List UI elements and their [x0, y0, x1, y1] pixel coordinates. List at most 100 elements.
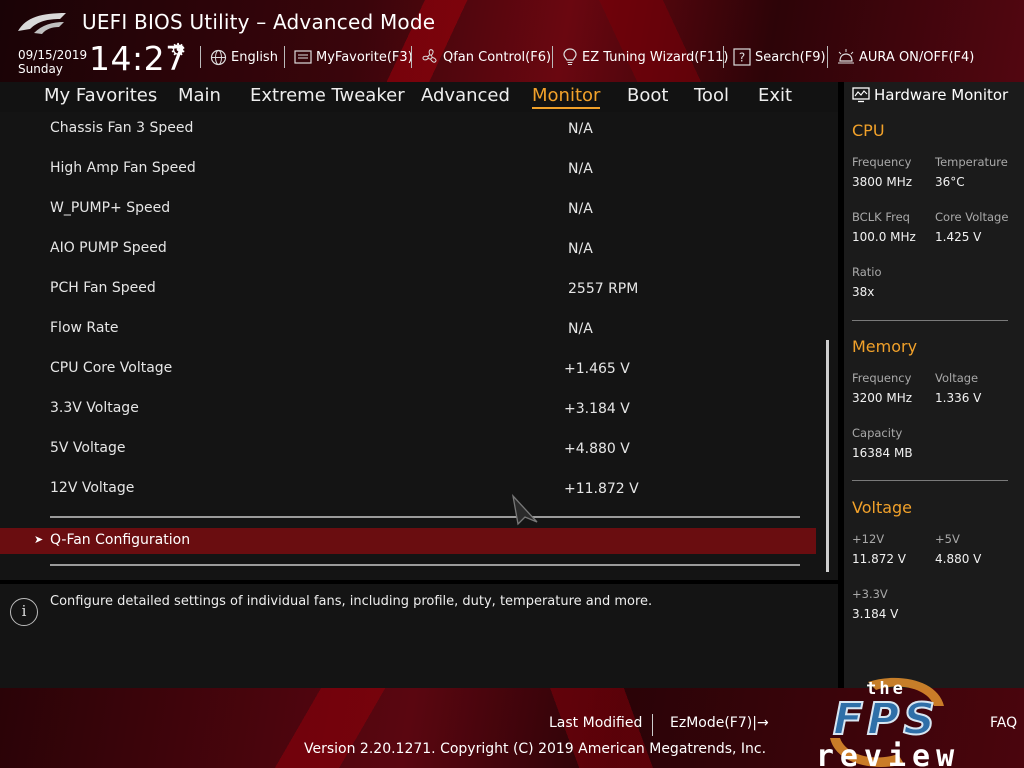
setting-value: N/A [568, 121, 593, 137]
qfan-control-button[interactable]: Qfan Control(F6) [421, 46, 551, 68]
clock-settings-gear-icon[interactable]: ⚙ [170, 40, 186, 61]
last-modified-button[interactable]: Last Modified [549, 715, 642, 731]
setting-label: PCH Fan Speed [50, 280, 156, 296]
cpu-frequency-label: Frequency [852, 155, 912, 169]
setting-value: +1.465 V [564, 361, 630, 377]
setting-value: N/A [568, 241, 593, 257]
watermark-word-review: review [816, 739, 960, 768]
monitor-screen-icon [852, 87, 870, 103]
list-item[interactable]: CPU Core Voltage +1.465 V [0, 354, 810, 384]
setting-value: +4.880 V [564, 441, 630, 457]
ez-tuning-wizard-label: EZ Tuning Wizard(F11) [582, 49, 729, 65]
toolbar-divider [827, 46, 828, 68]
setting-label: 3.3V Voltage [50, 400, 139, 416]
cpu-temperature-label: Temperature [935, 155, 1008, 169]
myfavorite-button[interactable]: MyFavorite(F3) [294, 46, 413, 68]
setting-value: N/A [568, 321, 593, 337]
toolbar-divider [552, 46, 553, 68]
favorite-icon [294, 50, 312, 64]
header-bar: UEFI BIOS Utility – Advanced Mode 09/15/… [0, 0, 1024, 82]
bclk-label: BCLK Freq [852, 210, 910, 224]
help-text: Configure detailed settings of individua… [50, 594, 653, 609]
v33-value: 3.184 V [852, 607, 899, 621]
hardware-monitor-title: Hardware Monitor [852, 86, 1008, 104]
search-label: Search(F9) [755, 49, 826, 65]
watermark-word-fps: FPS [833, 694, 939, 745]
setting-value: +3.184 V [564, 401, 630, 417]
list-item[interactable]: 5V Voltage +4.880 V [0, 434, 810, 464]
tab-extreme-tweaker[interactable]: Extreme Tweaker [250, 85, 405, 106]
svg-text:?: ? [739, 51, 745, 65]
v33-label: +3.3V [852, 587, 888, 601]
qfan-control-label: Qfan Control(F6) [443, 49, 552, 65]
list-item[interactable]: PCH Fan Speed 2557 RPM [0, 274, 810, 304]
aura-toggle-button[interactable]: AURA ON/OFF(F4) [837, 46, 974, 68]
list-item[interactable]: W_PUMP+ Speed N/A [0, 194, 810, 224]
cpu-heading: CPU [852, 121, 885, 140]
list-item[interactable]: AIO PUMP Speed N/A [0, 234, 810, 264]
tab-advanced[interactable]: Advanced [421, 85, 510, 106]
fan-icon [422, 49, 437, 63]
v12-value: 11.872 V [852, 552, 907, 566]
tab-main[interactable]: Main [178, 85, 221, 106]
setting-value: N/A [568, 201, 593, 217]
setting-label: CPU Core Voltage [50, 360, 173, 376]
memory-frequency-label: Frequency [852, 371, 912, 385]
tab-boot[interactable]: Boot [627, 85, 668, 106]
voltage-heading: Voltage [852, 498, 913, 517]
v5-label: +5V [935, 532, 960, 546]
tab-tool[interactable]: Tool [694, 85, 729, 106]
bclk-value: 100.0 MHz [852, 230, 916, 244]
language-label: English [231, 49, 278, 65]
date-text: 09/15/2019 [18, 48, 88, 62]
setting-label: 12V Voltage [50, 480, 135, 496]
setting-label: Chassis Fan 3 Speed [50, 120, 194, 136]
search-button[interactable]: ? Search(F9) [733, 46, 826, 68]
ratio-value: 38x [852, 285, 875, 299]
list-item[interactable]: Flow Rate N/A [0, 314, 810, 344]
info-icon: i [10, 598, 38, 626]
tab-my-favorites[interactable]: My Favorites [44, 85, 157, 106]
list-item[interactable]: Chassis Fan 3 Speed N/A [0, 114, 810, 144]
section-divider [50, 516, 800, 518]
day-text: Sunday [18, 62, 63, 76]
scrollbar[interactable] [826, 340, 829, 572]
footer-divider [652, 714, 653, 736]
setting-value: N/A [568, 161, 593, 177]
toolbar-divider [411, 46, 412, 68]
setting-label: 5V Voltage [50, 440, 126, 456]
tab-exit[interactable]: Exit [758, 85, 792, 106]
setting-label: W_PUMP+ Speed [50, 200, 171, 216]
help-search-icon: ? [733, 48, 751, 66]
submenu-label: Q-Fan Configuration [50, 532, 191, 548]
ratio-label: Ratio [852, 265, 882, 279]
language-button[interactable]: English [210, 46, 278, 68]
section-divider [50, 564, 800, 566]
cpu-frequency-value: 3800 MHz [852, 175, 913, 189]
fps-review-watermark-logo: the FPS review [816, 677, 960, 768]
setting-label: Flow Rate [50, 320, 119, 336]
memory-heading: Memory [852, 337, 918, 356]
cpu-temperature-value: 36°C [935, 175, 965, 189]
ez-tuning-wizard-button[interactable]: EZ Tuning Wizard(F11) [562, 46, 728, 68]
v5-value: 4.880 V [935, 552, 982, 566]
list-item[interactable]: 12V Voltage +11.872 V [0, 474, 810, 504]
memory-voltage-value: 1.336 V [935, 391, 982, 405]
toolbar-divider [284, 46, 285, 68]
memory-capacity-label: Capacity [852, 426, 903, 440]
list-item[interactable]: 3.3V Voltage +3.184 V [0, 394, 810, 424]
tab-monitor[interactable]: Monitor [532, 85, 601, 109]
hardware-monitor-panel: Hardware Monitor CPU Frequency 3800 MHz … [844, 82, 1024, 688]
date-display: 09/15/2019 Sunday [18, 48, 87, 76]
monitor-settings-list: Chassis Fan 3 Speed N/A High Amp Fan Spe… [0, 112, 838, 580]
memory-frequency-value: 3200 MHz [852, 391, 913, 405]
rog-logo [18, 13, 66, 34]
core-voltage-label: Core Voltage [935, 210, 1009, 224]
version-text: Version 2.20.1271. Copyright (C) 2019 Am… [304, 741, 767, 757]
setting-value: +11.872 V [564, 481, 639, 497]
memory-capacity-value: 16384 MB [852, 446, 913, 460]
aura-icon [838, 49, 854, 64]
list-item[interactable]: High Amp Fan Speed N/A [0, 154, 810, 184]
main-menu-tabs: My Favorites Main Extreme Tweaker Advanc… [0, 82, 838, 112]
qfan-configuration-item[interactable]: ➤ Q-Fan Configuration [0, 528, 816, 554]
